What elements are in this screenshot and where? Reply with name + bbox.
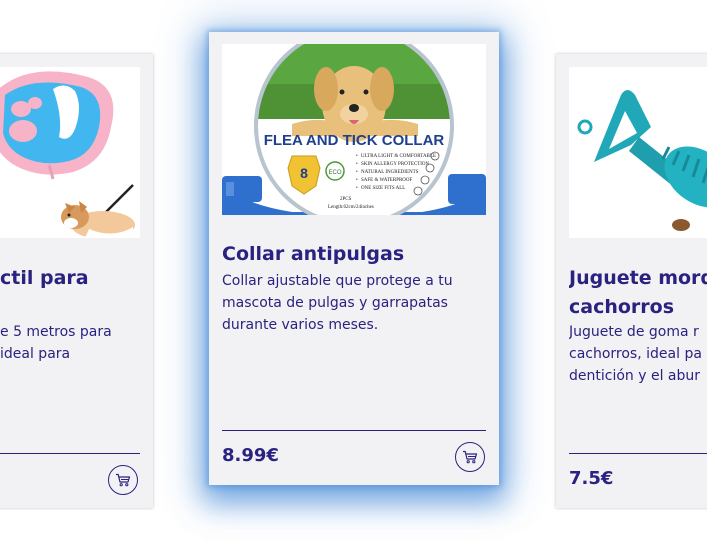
add-to-cart-button[interactable]	[455, 442, 485, 472]
product-card-flea-collar[interactable]: FLEA AND TICK COLLAR 8 ECO • ULTRA LIGHT …	[209, 32, 499, 485]
svg-text:•: •	[356, 178, 358, 183]
cart-icon	[116, 473, 131, 487]
product-image-chew-toy	[569, 67, 707, 238]
cart-icon	[463, 450, 478, 464]
product-desc-flea-collar: Collar ajustable que protege a tu mascot…	[222, 273, 453, 333]
product-desc-leash: e 5 metros para ideal para	[0, 324, 112, 362]
product-title-chew-toy[interactable]: Juguete mord cachorros	[569, 264, 707, 322]
svg-text:Length:62cm/24inches: Length:62cm/24inches	[328, 205, 374, 210]
product-card-leash[interactable]: ctil para e 5 metros para ideal para	[0, 54, 153, 508]
product-price-chew-toy: 7.5€	[569, 468, 614, 489]
product-image-flea-collar: FLEA AND TICK COLLAR 8 ECO • ULTRA LIGHT …	[222, 44, 486, 215]
card-divider	[0, 453, 140, 454]
product-desc-chew-toy: Juguete de goma r cachorros, ideal pa de…	[569, 324, 702, 384]
svg-text:SAFE & WATERPROOF: SAFE & WATERPROOF	[361, 178, 413, 183]
teal-chew-toy-product-image	[569, 67, 707, 238]
paw-leash-product-image	[0, 67, 140, 238]
svg-text:•: •	[356, 162, 358, 167]
svg-text:NATURAL INGREDIENTS: NATURAL INGREDIENTS	[361, 170, 419, 175]
svg-text:•: •	[356, 170, 358, 175]
product-image-leash	[0, 67, 140, 238]
product-price-flea-collar: 8.99€	[222, 445, 279, 466]
svg-text:SKIN ALLERGY PROTECTION: SKIN ALLERGY PROTECTION	[361, 162, 430, 167]
svg-text:ECO: ECO	[328, 170, 341, 176]
card-divider	[569, 453, 707, 454]
product-title-leash[interactable]: ctil para	[0, 264, 153, 293]
svg-text:ONE SIZE FITS ALL: ONE SIZE FITS ALL	[361, 186, 405, 191]
svg-text:FLEA AND TICK COLLAR: FLEA AND TICK COLLAR	[264, 132, 445, 149]
svg-text:2PCS: 2PCS	[340, 197, 352, 202]
add-to-cart-button[interactable]	[108, 465, 138, 495]
product-title-flea-collar[interactable]: Collar antipulgas	[222, 240, 404, 269]
card-divider	[222, 430, 486, 431]
flea-tick-collar-product-image: FLEA AND TICK COLLAR 8 ECO • ULTRA LIGHT …	[222, 44, 486, 215]
svg-text:•: •	[356, 154, 358, 159]
product-card-chew-toy[interactable]: Juguete mord cachorros Juguete de goma r…	[556, 54, 707, 508]
svg-text:•: •	[356, 186, 358, 191]
svg-text:8: 8	[300, 165, 308, 181]
svg-text:ULTRA LIGHT & COMFORTABLE: ULTRA LIGHT & COMFORTABLE	[361, 154, 436, 159]
